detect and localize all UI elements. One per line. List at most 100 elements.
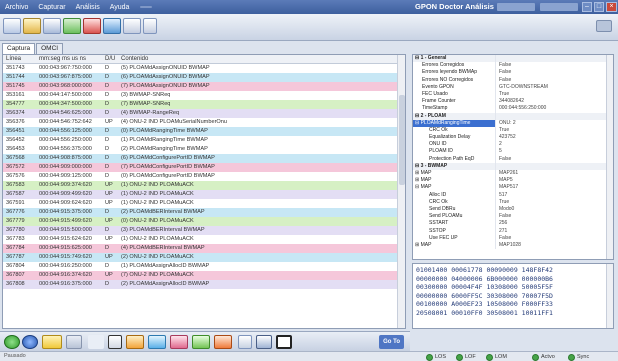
table-row[interactable]: 367807 000:044:916:374:620 UP (7) ONU-2 IND… [3,271,405,280]
menu-analisis[interactable]: Análisis [71,4,105,11]
layout-toggle-icon[interactable] [596,20,612,32]
menu-capturar[interactable]: Capturar [33,4,70,11]
table-row[interactable]: 367808 000:044:916:375:000 D (2) PLOAMdAssi… [3,280,405,289]
property-row[interactable]: Evento GPON GTC-DOWNSTREAM [413,83,613,91]
tab-captura[interactable]: Captura [2,43,36,54]
property-section[interactable]: ⊟ 1 - General [413,55,613,63]
property-row[interactable]: Errores leyendo BWMAp False [413,69,613,77]
property-row[interactable]: Errores Corregidos False [413,62,613,70]
goto-button[interactable]: Go To [379,335,404,349]
property-row[interactable]: Protection Path EqD False [413,155,613,163]
properties-scrollbar[interactable] [606,55,613,259]
table-row[interactable]: 367804 000:044:916:250:000 D (1) PLOAMdAssi… [3,262,405,271]
table-row[interactable]: 356376 000:044:546:752:642 UP (4) ONU-2 IND… [3,118,405,127]
property-row[interactable]: Alloc ID 517 [413,191,613,199]
property-row[interactable]: SSTOP 271 [413,227,613,235]
table-row[interactable]: 367572 000:044:909:000:000 D (7) PLOAMdConf… [3,163,405,172]
cell-linea: 367572 [6,164,25,170]
hex-scrollbar[interactable] [606,264,613,328]
column-header-content[interactable]: Contenido [119,55,405,63]
property-key: CRC Ok [429,198,448,205]
property-row[interactable]: TimeStamp 000:044:556:250:000 [413,105,613,113]
export-icon[interactable] [143,18,157,34]
minimize-icon[interactable]: – [582,2,592,12]
table-row[interactable]: 351743 000:043:967:750:000 D (5) PLOAMdAssi… [3,64,405,73]
stop-icon[interactable] [22,335,38,349]
save-icon[interactable] [43,18,61,34]
table-row[interactable]: 351745 000:043:968:000:000 D (7) PLOAMdAssi… [3,82,405,91]
pen-icon[interactable] [108,335,122,349]
ploam-filter-icon[interactable] [192,335,210,349]
network-icon[interactable] [256,335,272,349]
tab-omci[interactable]: OMCI [36,43,64,54]
property-row[interactable]: ⊞ MAP MAP261 [413,170,613,178]
fullscreen-icon[interactable] [276,335,292,349]
column-header-linea[interactable]: Línea [3,55,35,63]
table-row[interactable]: 354777 000:044:347:500:000 D (7) BWMAP-SNRe… [3,100,405,109]
table-row[interactable]: 367568 000:044:908:875:000 D (6) PLOAMdConf… [3,154,405,163]
filter-icon[interactable] [103,18,121,34]
cell-time: 000:044:556:125:000 [39,128,92,134]
property-row[interactable]: Frame Counter 344082642 [413,98,613,106]
open-folder-icon[interactable] [23,18,41,34]
table-row[interactable]: 353161 000:044:147:500:000 D (3) BWMAP-SNRe… [3,91,405,100]
cell-content: (2) PLOAMdRangingTime BWMAP [121,146,208,152]
cell-linea: 356451 [6,128,25,134]
table-row[interactable]: 367779 000:044:915:499:620 UP (0) ONU-2 IND… [3,217,405,226]
table-row[interactable]: 367587 000:044:909:499:620 UP (1) ONU-2 IND… [3,190,405,199]
property-row[interactable]: Send PLOAMu False [413,213,613,221]
zoom-icon[interactable] [238,335,252,349]
los-filter-icon[interactable] [126,335,144,349]
property-value: False [495,69,613,77]
flag-icon[interactable] [42,335,62,349]
table-row[interactable]: 367787 000:044:915:749:620 UP (2) ONU-2 IND… [3,253,405,262]
property-row[interactable]: ⊞ MAP MAP1028 [413,241,613,250]
table-row[interactable]: 367784 000:044:915:625:000 D (4) PLOAMdBERI… [3,244,405,253]
table-row[interactable]: 356451 000:044:556:125:000 D (0) PLOAMdRang… [3,127,405,136]
chart-icon[interactable] [63,18,81,34]
maximize-icon[interactable]: □ [594,2,604,12]
property-row[interactable]: FEC Usado True [413,90,613,99]
table-row[interactable]: 367583 000:044:909:374:620 UP (1) ONU-2 IND… [3,181,405,190]
property-row[interactable]: Use FEC UP False [413,234,613,242]
property-value: ONU: 2 [495,119,613,127]
property-row[interactable]: Equalization Delay 423752 [413,134,613,142]
table-scrollbar[interactable] [397,55,405,328]
omci-filter-icon[interactable] [170,335,188,349]
play-icon[interactable] [4,335,20,349]
table-row[interactable]: 367591 000:044:909:624:620 UP (1) ONU-2 IND… [3,199,405,208]
property-row[interactable]: ONU ID 2 [413,141,613,149]
new-capture-icon[interactable] [3,18,21,34]
property-section[interactable]: ⊟ 2 - PLOAM [413,112,613,120]
bwmap-filter-icon[interactable] [214,335,232,349]
property-row[interactable]: ⊟ PLOAMdRangingTime ONU: 2 [413,119,613,127]
table-row[interactable]: 367780 000:044:915:500:000 D (3) PLOAMdBERI… [3,226,405,235]
property-row[interactable]: PLOAM ID 5 [413,148,613,156]
menu-archivo[interactable]: Archivo [0,4,33,11]
table-row[interactable]: 356452 000:044:556:250:000 D (1) PLOAMdRang… [3,136,405,145]
table-row[interactable]: 367783 000:044:915:624:620 UP (1) ONU-2 IND… [3,235,405,244]
close-icon[interactable]: × [606,2,617,12]
scroll-thumb[interactable] [399,95,405,185]
table-row[interactable]: 356374 000:044:546:625:000 D (4) BWMAP-Rang… [3,109,405,118]
property-row[interactable]: ⊞ MAP MAP5 [413,177,613,185]
edit-icon[interactable] [66,335,82,349]
property-row[interactable]: CRC Ok True [413,198,613,206]
property-row[interactable]: SSTART 256 [413,220,613,228]
table-row[interactable]: 367776 000:044:915:375:000 D (2) PLOAMdBERI… [3,208,405,217]
column-header-time[interactable]: mm:seg ms us ns [35,55,105,63]
table-row[interactable]: 351744 000:043:967:875:000 D (6) PLOAMdAssi… [3,73,405,82]
lof-filter-icon[interactable] [148,335,166,349]
table-row[interactable]: 367576 000:044:909:125:000 D (0) PLOAMdConf… [3,172,405,181]
property-row[interactable]: Send DBRu Modo0 [413,205,613,214]
column-header-du[interactable]: D/U [105,55,119,63]
property-section[interactable]: ⊟ 3 - BWMAP [413,162,613,170]
document-icon[interactable] [123,18,141,34]
property-row[interactable]: ⊟ MAP MAP517 [413,184,613,192]
property-row[interactable]: CRC Ok True [413,126,613,135]
table-row[interactable]: 356453 000:044:556:375:000 D (2) PLOAMdRang… [3,145,405,154]
stats-icon[interactable] [83,18,101,34]
property-row[interactable]: Errores NO Corregidos False [413,76,613,84]
hex-line: 00000000 04000006 6B000000 000000B6 [416,274,553,283]
menu-ayuda[interactable]: Ayuda [105,4,135,11]
